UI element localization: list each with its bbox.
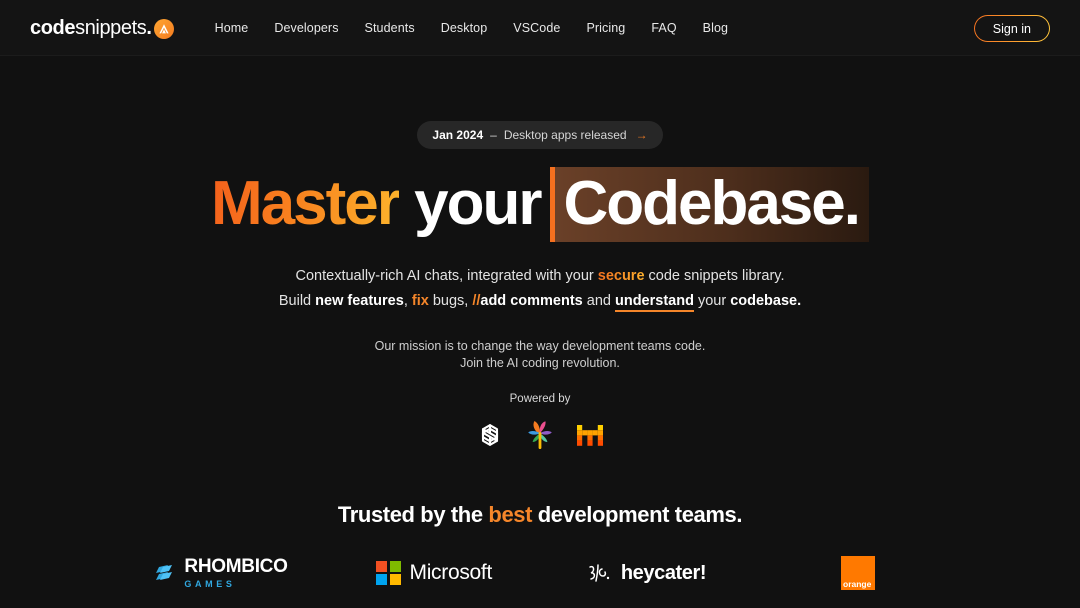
subtitle2-bugs: bugs, [428, 293, 473, 310]
mistral-ai-logo-icon [577, 425, 603, 446]
sign-in-button[interactable]: Sign in [974, 15, 1050, 42]
client-logos: RHOMBICO GAMES Microsoft heycater! orang… [0, 550, 1080, 596]
nav-item-students[interactable]: Students [352, 15, 428, 41]
announcement-banner[interactable]: Jan 2024 – Desktop apps released → [417, 121, 663, 149]
nav-item-developers[interactable]: Developers [261, 15, 351, 41]
subtitle-highlight-secure: secure [597, 268, 645, 285]
brand-logo[interactable]: codesnippets. [30, 16, 174, 39]
arrow-right-icon: → [635, 128, 648, 142]
subtitle2-comma1: , [403, 293, 412, 310]
headline-word-your: your [414, 169, 542, 238]
rhombico-subtitle: GAMES [184, 579, 236, 589]
powered-by-label: Powered by [509, 393, 571, 406]
hero-section: Jan 2024 – Desktop apps released → Maste… [0, 56, 1080, 453]
headline-word-master: Master [210, 169, 401, 238]
mission-line-2: Join the AI coding revolution. [460, 355, 620, 370]
brand-name-light: snippets [75, 16, 147, 39]
landing-page: codesnippets. Home Developers Students D… [0, 0, 1080, 608]
main-navigation: Home Developers Students Desktop VSCode … [202, 15, 742, 41]
mission-statement: Our mission is to change the way develop… [0, 338, 1080, 371]
subtitle2-new-features: new features [315, 293, 404, 310]
orange-square-icon: orange [841, 556, 875, 590]
headline-word-codebase: Codebase. [550, 167, 869, 242]
subtitle2-your: your [693, 293, 731, 310]
trusted-title: Trusted by the best development teams. [0, 502, 1080, 528]
announcement-text: Desktop apps released [503, 128, 627, 142]
nav-item-desktop[interactable]: Desktop [428, 15, 501, 41]
hero-subtitle-line-1: Contextually-rich AI chats, integrated w… [0, 264, 1080, 289]
brand-name-bold: code [30, 16, 76, 39]
announcement-date: Jan 2024 [432, 128, 484, 142]
openai-logo-icon [481, 424, 499, 446]
client-logo-rhombico: RHOMBICO GAMES [116, 550, 328, 596]
subtitle2-build: Build [278, 293, 316, 310]
subtitle2-add-comments: add comments [480, 293, 583, 310]
rhombico-mark-icon [156, 565, 173, 580]
subtitle-text-1: Contextually-rich AI chats, integrated w… [295, 268, 598, 285]
powered-by-logos [0, 417, 1080, 453]
nav-item-vscode[interactable]: VSCode [500, 15, 573, 41]
codesnippets-logo-icon [153, 18, 174, 39]
hero-headline: Master your Codebase. [0, 167, 1080, 242]
subtitle2-and: and [582, 293, 615, 310]
hero-subtitle-line-2: Build new features, fix bugs, //add comm… [0, 289, 1080, 314]
google-palm-logo-icon [528, 421, 552, 450]
client-logo-microsoft: Microsoft [328, 550, 540, 596]
trusted-section: Trusted by the best development teams. R… [0, 502, 1080, 596]
subtitle2-fix: fix [411, 293, 429, 310]
nav-item-faq[interactable]: FAQ [638, 15, 689, 41]
client-logo-orange: orange [752, 550, 964, 596]
heycater-mark-icon [589, 564, 610, 582]
announcement-dash: – [490, 128, 497, 142]
subtitle-text-2: code snippets library. [644, 268, 785, 285]
nav-item-home[interactable]: Home [202, 15, 262, 41]
orange-name: orange [843, 578, 872, 589]
rhombico-name: RHOMBICO [184, 556, 288, 577]
mission-line-1: Our mission is to change the way develop… [374, 339, 706, 354]
trusted-title-highlight: best [488, 502, 533, 527]
subtitle2-understand: understand [614, 293, 694, 313]
client-logo-heycater: heycater! [540, 550, 752, 596]
subtitle2-codebase: codebase. [730, 293, 802, 310]
trusted-title-part-1: Trusted by the [337, 502, 489, 527]
nav-item-blog[interactable]: Blog [690, 15, 741, 41]
nav-item-pricing[interactable]: Pricing [573, 15, 638, 41]
microsoft-squares-icon [376, 560, 401, 586]
trusted-title-part-2: development teams. [532, 502, 743, 527]
microsoft-name: Microsoft [409, 561, 493, 584]
brand-name-dot: . [146, 16, 152, 39]
heycater-name: heycater! [620, 561, 707, 584]
site-header: codesnippets. Home Developers Students D… [0, 0, 1080, 56]
hero-subtitle: Contextually-rich AI chats, integrated w… [0, 264, 1080, 314]
